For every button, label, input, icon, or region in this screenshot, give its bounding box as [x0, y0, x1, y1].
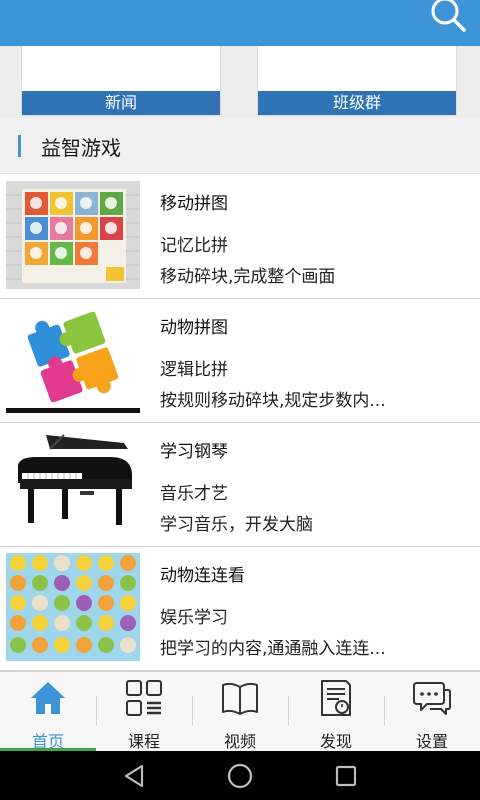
tab-label: 课程: [127, 732, 160, 751]
class-group-banner-label: 班级群: [258, 91, 456, 115]
jigsaw-thumbnail: [6, 305, 140, 413]
game-list: 移动拼图 记忆比拼 移动碎块,完成整个画面 动物拼图 逻辑比拼 按规则移动碎块,…: [0, 175, 480, 671]
top-app-bar: [0, 0, 480, 46]
search-icon[interactable]: [428, 0, 468, 32]
game-tag: 音乐才艺: [160, 484, 228, 504]
fruit-match-thumbnail: [6, 553, 140, 661]
home-circle-icon[interactable]: [225, 761, 255, 791]
category-banners: 新闻 班级群: [0, 46, 480, 118]
system-navigation-bar: [0, 751, 480, 800]
tab-courses[interactable]: 课程: [96, 672, 192, 752]
game-title: 学习钢琴: [160, 442, 228, 462]
class-group-banner[interactable]: 班级群: [257, 46, 457, 116]
tab-settings[interactable]: 设置: [384, 672, 480, 752]
document-clock-icon: [321, 680, 351, 716]
news-banner-label: 新闻: [22, 91, 220, 115]
game-item-sliding-puzzle[interactable]: 移动拼图 记忆比拼 移动碎块,完成整个画面: [0, 175, 480, 299]
game-description: 学习音乐，开发大脑: [160, 515, 313, 535]
news-banner[interactable]: 新闻: [21, 46, 221, 116]
tab-label: 发现: [319, 732, 352, 751]
home-icon: [31, 682, 65, 714]
game-tag: 娱乐学习: [160, 608, 228, 628]
game-description: 按规则移动碎块,规定步数内...: [160, 391, 386, 411]
tab-home[interactable]: 首页: [0, 672, 96, 752]
section-title: 益智游戏: [41, 136, 121, 160]
recent-apps-icon[interactable]: [331, 761, 361, 791]
game-title: 动物连连看: [160, 566, 245, 586]
piano-thumbnail: [6, 429, 140, 537]
tab-label: 视频: [223, 732, 256, 751]
game-title: 动物拼图: [160, 318, 228, 338]
section-header: 益智游戏: [0, 118, 480, 174]
game-description: 把学习的内容,通通融入连连...: [160, 639, 386, 659]
sliding-puzzle-thumbnail: [6, 181, 140, 289]
book-icon: [222, 682, 258, 715]
game-item-animal-match[interactable]: 动物连连看 娱乐学习 把学习的内容,通通融入连连...: [0, 547, 480, 671]
tab-discover[interactable]: 发现: [288, 672, 384, 752]
section-accent-bar: [18, 135, 21, 157]
chat-bubbles-icon: [413, 682, 451, 715]
game-item-piano[interactable]: 学习钢琴 音乐才艺 学习音乐，开发大脑: [0, 423, 480, 547]
game-tag: 记忆比拼: [160, 236, 228, 256]
back-icon[interactable]: [120, 761, 150, 791]
tab-video[interactable]: 视频: [192, 672, 288, 752]
game-description: 移动碎块,完成整个画面: [160, 267, 336, 287]
bottom-tab-bar: 首页 课程 视频 发现 设置: [0, 671, 480, 752]
game-item-animal-jigsaw[interactable]: 动物拼图 逻辑比拼 按规则移动碎块,规定步数内...: [0, 299, 480, 423]
game-title: 移动拼图: [160, 194, 228, 214]
game-tag: 逻辑比拼: [160, 360, 228, 380]
grid-list-icon: [126, 680, 162, 716]
tab-label: 设置: [415, 732, 448, 751]
